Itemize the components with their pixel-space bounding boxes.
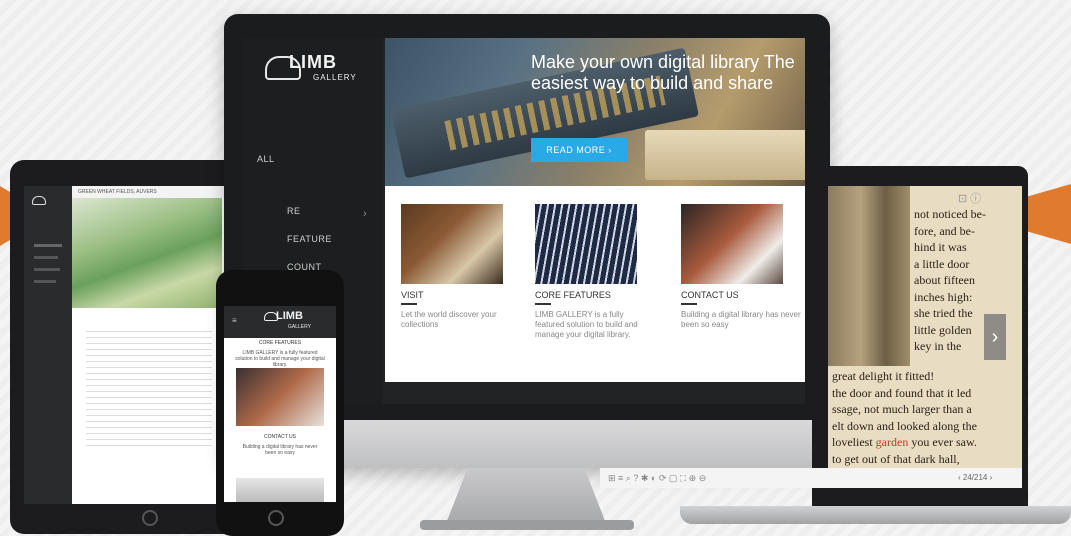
menu-icon[interactable]: ≡ xyxy=(232,316,237,325)
tablet-home-button[interactable] xyxy=(142,510,158,526)
book-line: fore, and be- xyxy=(914,223,975,238)
phone-logo-secondary: GALLERY xyxy=(288,324,311,330)
card-text-core-features: LIMB GALLERY is a fully featured solutio… xyxy=(535,310,638,339)
imac-foot xyxy=(420,520,634,530)
phone-screen: ≡ LIMB GALLERY CORE FEATURES LIMB GALLER… xyxy=(224,306,336,502)
book-word: loveliest xyxy=(832,435,873,449)
feature-cards: VISIT Let the world discover your collec… xyxy=(385,186,805,382)
card-rule xyxy=(681,303,697,305)
hero-book-stack xyxy=(645,130,805,180)
info-icon[interactable]: ⓘ xyxy=(970,193,981,205)
book-line: little golden xyxy=(914,322,972,337)
nav-item-more[interactable]: RE xyxy=(287,206,301,216)
tablet-sidebar xyxy=(24,186,72,504)
hero-title: Make your own digital library The easies… xyxy=(531,52,795,93)
card-rule xyxy=(535,303,551,305)
bookmark-icon[interactable]: ⊡ xyxy=(958,193,967,205)
laptop-top-icons: ⊡ ⓘ xyxy=(958,190,981,206)
nav-item-all[interactable]: ALL xyxy=(257,154,275,164)
toolbar-icons[interactable]: ⊞ ≡ ⌕ ? ✱ ◐ ⟳ ▢ ⛶ ⊕ ⊖ xyxy=(608,473,706,483)
book-line: she tried the xyxy=(914,306,973,320)
book-line: inches high: xyxy=(914,289,973,304)
book-line: a little door xyxy=(914,256,970,271)
phone-home-button[interactable] xyxy=(268,510,284,526)
tablet-nav-item[interactable] xyxy=(34,280,56,283)
book-line: to get out of that dark hall, xyxy=(832,451,960,466)
book-line: the door and found that it led xyxy=(832,385,972,400)
tablet-nav-item[interactable] xyxy=(34,268,60,271)
book-text-full: great delight it fitted! the door and fo… xyxy=(832,368,977,467)
painting-image[interactable] xyxy=(72,198,222,308)
card-title-core-features[interactable]: CORE FEATURES xyxy=(535,290,611,300)
card-title-contact[interactable]: CONTACT US xyxy=(681,290,739,300)
phone-section-title: CORE FEATURES xyxy=(258,340,302,346)
book-line: loveliest garden you ever saw. xyxy=(832,434,977,451)
contact-card-image[interactable] xyxy=(681,204,783,284)
book-line: great delight it fitted! xyxy=(832,369,935,383)
logo-primary: LIMB xyxy=(289,52,337,72)
phone-contact-image[interactable] xyxy=(236,368,324,426)
phone-logo-primary: LIMB xyxy=(276,310,303,322)
nav-item-feature[interactable]: FEATURE xyxy=(287,234,332,244)
book-line: key in the xyxy=(914,339,962,353)
phone-header: ≡ LIMB GALLERY xyxy=(224,306,336,338)
laptop-base xyxy=(680,506,1071,524)
orange-ribbon-right xyxy=(1025,184,1071,244)
highlighted-word: garden xyxy=(875,435,909,449)
visit-card-image[interactable] xyxy=(401,204,503,284)
chevron-right-icon[interactable]: › xyxy=(363,208,367,220)
page-pager: ‹ 24/214 › xyxy=(958,473,993,482)
book-illustration xyxy=(828,186,910,366)
phone-contact-text: Building a digital library has never bee… xyxy=(242,444,318,456)
tablet-metadata xyxy=(86,326,212,446)
core-features-card-image[interactable] xyxy=(535,204,637,284)
book-line: elt down and looked along the xyxy=(832,418,977,433)
read-more-label: READ MORE xyxy=(546,145,606,155)
phone-section-text: LIMB GALLERY is a fully featured solutio… xyxy=(235,350,325,368)
card-rule xyxy=(401,303,417,305)
tablet-nav-item[interactable] xyxy=(34,256,58,259)
card-text-visit: Let the world discover your collections xyxy=(401,310,497,329)
book-line: ssage, not much larger than a xyxy=(832,402,972,416)
phone-contact-title: CONTACT US xyxy=(263,434,297,440)
next-page-arrow[interactable]: › xyxy=(984,314,1006,360)
book-line: about fifteen xyxy=(914,273,975,287)
card-text-contact: Building a digital library has never bee… xyxy=(681,310,801,329)
book-text-column: not noticed be- fore, and be- hind it wa… xyxy=(914,206,986,355)
book-line: hind it was xyxy=(914,240,967,254)
card-title-visit[interactable]: VISIT xyxy=(401,290,424,300)
hero-banner: Make your own digital library The easies… xyxy=(385,38,805,186)
page-counter: 24/214 xyxy=(962,473,988,482)
book-word: you ever saw. xyxy=(911,435,977,449)
tablet-nav-item[interactable] xyxy=(34,244,62,247)
book-line: not noticed be- xyxy=(914,207,986,221)
cloud-logo-icon xyxy=(32,196,46,205)
imac-stand xyxy=(445,468,607,526)
logo-secondary: GALLERY xyxy=(313,73,357,82)
read-more-button[interactable]: READ MORE › xyxy=(531,138,627,162)
phone-secondary-image[interactable] xyxy=(236,478,324,502)
